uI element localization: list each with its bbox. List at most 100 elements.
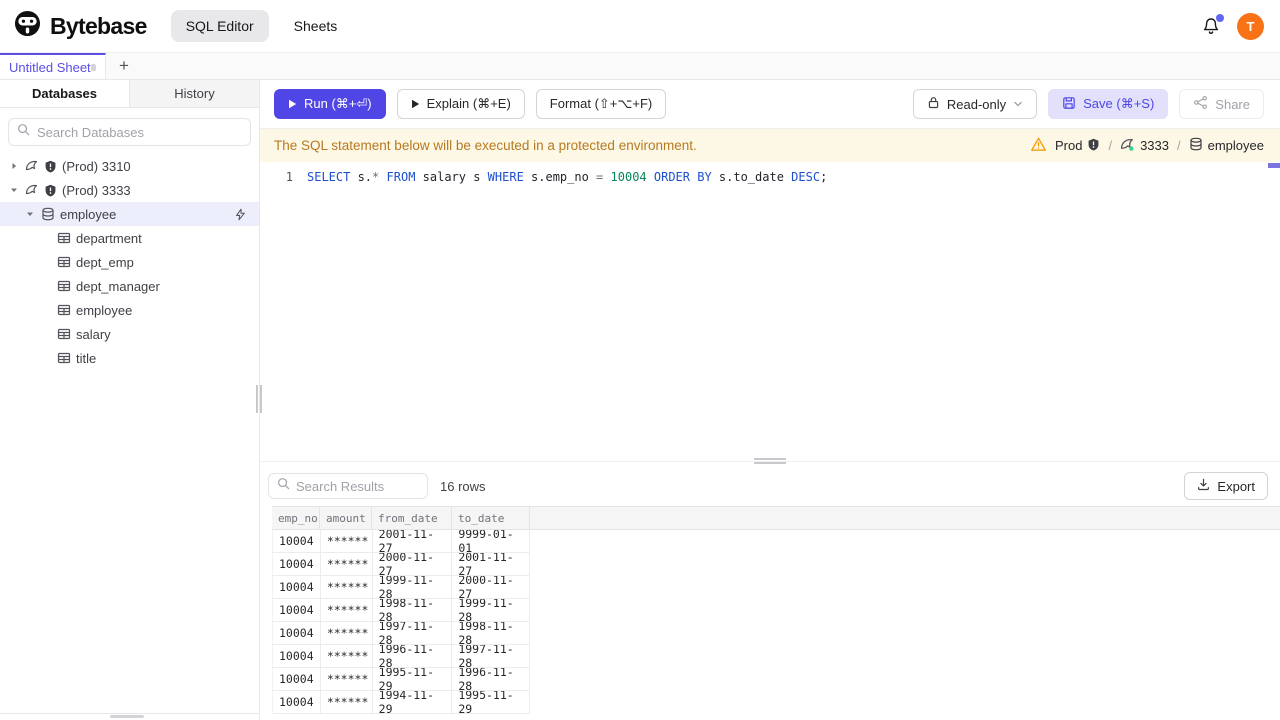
column-header-amount[interactable]: amount <box>320 507 372 529</box>
tree-item-department[interactable]: department <box>0 226 259 250</box>
export-button[interactable]: Export <box>1184 472 1268 500</box>
results-panel: 16 rows Export emp_noamountfrom_dateto_d… <box>260 466 1280 720</box>
protected-environment-banner: The SQL statement below will be executed… <box>260 129 1280 162</box>
tree-item-salary[interactable]: salary <box>0 322 259 346</box>
tree-item-dept-manager[interactable]: dept_manager <box>0 274 259 298</box>
result-row[interactable]: 10004 ****** 1998-11-28 1999-11-28 <box>272 599 530 622</box>
caret-right-icon[interactable] <box>8 161 20 171</box>
panel-divider[interactable] <box>260 458 1280 466</box>
table-icon <box>57 255 71 269</box>
table-icon <box>57 231 71 245</box>
database-tree: (Prod) 3310 (Prod) 3333 employee department… <box>0 154 259 370</box>
tree-item-employee[interactable]: employee <box>0 298 259 322</box>
code-line[interactable]: 1 SELECT s.* FROM salary s WHERE s.emp_n… <box>260 167 1280 186</box>
caret-down-icon[interactable] <box>24 209 36 219</box>
save-button[interactable]: Save (⌘+S) <box>1048 89 1169 119</box>
result-cell: 2000-11-27 <box>373 553 453 575</box>
database-search[interactable] <box>8 118 251 146</box>
tab-history[interactable]: History <box>130 80 259 107</box>
result-cell: 10004 <box>273 599 321 621</box>
sidebar-tabs: Databases History <box>0 80 259 108</box>
search-icon <box>17 123 30 141</box>
results-search[interactable] <box>268 473 428 499</box>
result-row[interactable]: 10004 ****** 1995-11-29 1996-11-28 <box>272 668 530 691</box>
caret-down-icon[interactable] <box>8 185 20 195</box>
tree-item-prod-3310[interactable]: (Prod) 3310 <box>0 154 259 178</box>
connect-bolt-icon[interactable] <box>234 208 247 221</box>
share-button[interactable]: Share <box>1179 89 1264 119</box>
tree-item-title[interactable]: title <box>0 346 259 370</box>
tab-untitled-sheet[interactable]: Untitled Sheet <box>0 53 106 79</box>
results-header: emp_no amount from_date to_date <box>272 506 1280 530</box>
run-button[interactable]: Run (⌘+⏎) <box>274 89 386 119</box>
tree-item-employee[interactable]: employee <box>0 202 259 226</box>
tree-item-label: salary <box>76 326 111 342</box>
result-cell: 1996-11-28 <box>373 645 453 667</box>
mysql-icon <box>1120 137 1135 155</box>
result-row[interactable]: 10004 ****** 1999-11-28 2000-11-27 <box>272 576 530 599</box>
environment-crumb[interactable]: Prod <box>1055 138 1100 154</box>
tree-item-label: employee <box>76 302 133 318</box>
result-row[interactable]: 10004 ****** 2001-11-27 9999-01-01 <box>272 530 530 553</box>
banner-message: The SQL statement below will be executed… <box>274 138 697 153</box>
result-cell: 2000-11-27 <box>452 576 530 598</box>
code-content: SELECT s.* FROM salary s WHERE s.emp_no … <box>307 169 828 184</box>
tree-item-label: (Prod) 3310 <box>62 158 131 174</box>
result-cell: 1997-11-28 <box>373 622 453 644</box>
results-grid: emp_no amount from_date to_date 10004 ******… <box>260 506 1280 720</box>
notification-bell-icon[interactable] <box>1201 14 1224 36</box>
instance-crumb[interactable]: 3333 <box>1120 137 1169 155</box>
nav-sheets[interactable]: Sheets <box>279 10 353 42</box>
results-resize-handle[interactable] <box>754 458 786 464</box>
top-bar: Bytebase SQL Editor Sheets T <box>0 0 1280 53</box>
database-search-input[interactable] <box>37 124 242 140</box>
sidebar: Databases History (Prod) 3310 (Prod) 3333… <box>0 80 262 720</box>
result-cell: 1998-11-28 <box>373 599 453 621</box>
tree-item-dept-emp[interactable]: dept_emp <box>0 250 259 274</box>
database-crumb[interactable]: employee <box>1189 137 1264 154</box>
bytebase-logo[interactable]: Bytebase <box>14 10 147 42</box>
brand-wordmark: Bytebase <box>50 12 147 39</box>
result-row[interactable]: 10004 ****** 2000-11-27 2001-11-27 <box>272 553 530 576</box>
top-nav: SQL Editor Sheets <box>170 10 353 42</box>
lock-icon <box>927 96 940 112</box>
result-cell: 1999-11-28 <box>452 599 530 621</box>
result-cell: ****** <box>321 576 373 598</box>
add-sheet-button[interactable]: + <box>106 53 142 79</box>
explain-button[interactable]: Explain (⌘+E) <box>396 89 525 119</box>
results-search-input[interactable] <box>296 478 419 494</box>
tree-item-label: department <box>76 230 142 246</box>
result-cell: 1999-11-28 <box>373 576 453 598</box>
column-header-from-date[interactable]: from_date <box>372 507 452 529</box>
column-header-emp-no[interactable]: emp_no <box>272 507 320 529</box>
database-icon <box>1189 137 1203 154</box>
unsaved-indicator <box>90 63 96 71</box>
result-cell: 2001-11-27 <box>373 530 453 552</box>
table-icon <box>57 303 71 317</box>
tree-item-prod-3333[interactable]: (Prod) 3333 <box>0 178 259 202</box>
avatar[interactable]: T <box>1237 12 1264 40</box>
sql-editor[interactable]: 1 SELECT s.* FROM salary s WHERE s.emp_n… <box>260 162 1280 461</box>
sidebar-scrollbar[interactable] <box>110 715 144 718</box>
readonly-mode-dropdown[interactable]: Read-only <box>912 89 1038 119</box>
nav-sql-editor[interactable]: SQL Editor <box>170 10 269 42</box>
result-cell: ****** <box>321 553 373 575</box>
environment-shield-icon <box>44 184 57 197</box>
result-row[interactable]: 10004 ****** 1996-11-28 1997-11-28 <box>272 645 530 668</box>
format-button[interactable]: Format (⇧+⌥+F) <box>535 89 667 119</box>
result-row[interactable]: 10004 ****** 1994-11-29 1995-11-29 <box>272 691 530 714</box>
environment-shield-icon <box>1087 138 1100 154</box>
result-cell: ****** <box>321 645 373 667</box>
result-cell: 10004 <box>273 530 321 552</box>
row-count: 16 rows <box>440 478 486 494</box>
result-row[interactable]: 10004 ****** 1997-11-28 1998-11-28 <box>272 622 530 645</box>
sidebar-resize-handle[interactable] <box>256 385 262 413</box>
tree-item-label: title <box>76 350 97 366</box>
chevron-down-icon <box>1013 97 1023 112</box>
tree-item-label: (Prod) 3333 <box>62 182 131 198</box>
column-header-to-date[interactable]: to_date <box>452 507 530 529</box>
tab-databases[interactable]: Databases <box>0 80 130 107</box>
notification-dot <box>1216 14 1224 22</box>
result-cell: 10004 <box>273 645 321 667</box>
results-body: 10004 ****** 2001-11-27 9999-01-01 10004 ****… <box>272 530 1280 714</box>
